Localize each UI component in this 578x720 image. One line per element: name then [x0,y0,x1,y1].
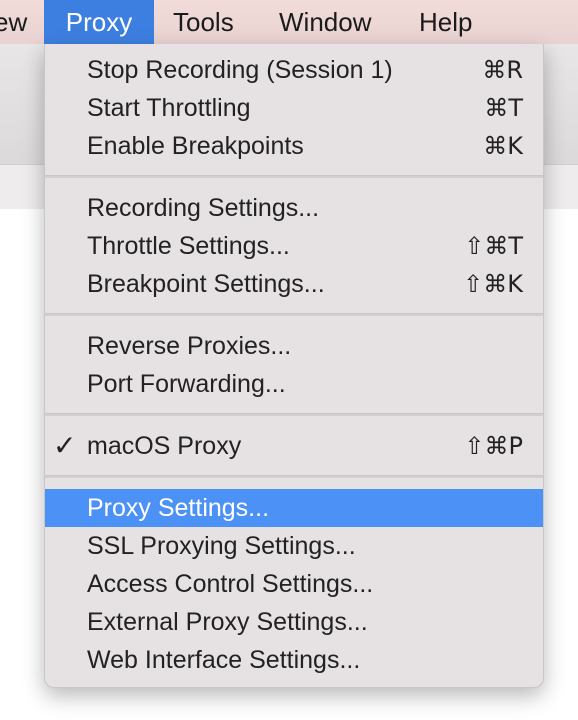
menu-item-shortcut: ⇧⌘P [464,432,523,460]
menu-item-shortcut: ⌘K [483,132,523,160]
menu-item-label: Web Interface Settings... [87,646,361,674]
menu-item-external-proxy-settings[interactable]: External Proxy Settings... [45,603,543,641]
menu-separator [45,313,543,316]
menu-bar-proxy[interactable]: Proxy [44,0,154,44]
menu-item-reverse-proxies[interactable]: Reverse Proxies... [45,327,543,365]
checkmark-icon: ✓ [53,429,77,462]
menu-separator [45,413,543,416]
menu-bar-view-partial[interactable]: ew [0,0,27,44]
menu-bar-help[interactable]: Help [419,0,472,44]
menu-item-label: Access Control Settings... [87,570,374,598]
menu-separator [45,175,543,178]
menu-item-shortcut: ⇧⌘K [463,270,523,298]
menu-item-throttle-settings[interactable]: Throttle Settings... ⇧⌘T [45,227,543,265]
menu-item-shortcut: ⌘T [484,94,523,122]
menu-item-label: macOS Proxy [87,432,242,460]
menu-item-web-interface-settings[interactable]: Web Interface Settings... [45,641,543,679]
menu-item-enable-breakpoints[interactable]: Enable Breakpoints ⌘K [45,127,543,165]
menu-item-label: External Proxy Settings... [87,608,368,636]
menu-item-access-control-settings[interactable]: Access Control Settings... [45,565,543,603]
menu-item-port-forwarding[interactable]: Port Forwarding... [45,365,543,403]
menu-item-label: Port Forwarding... [87,370,286,398]
menu-separator [45,475,543,478]
menu-item-label: Enable Breakpoints [87,132,304,160]
menu-item-label: Proxy Settings... [87,494,270,522]
menu-item-label: SSL Proxying Settings... [87,532,356,560]
menu-item-shortcut: ⇧⌘T [464,232,523,260]
menu-item-label: Recording Settings... [87,194,320,222]
menu-item-stop-recording[interactable]: Stop Recording (Session 1) ⌘R [45,51,543,89]
menu-item-proxy-settings[interactable]: Proxy Settings... [45,489,543,527]
menu-item-label: Start Throttling [87,94,251,122]
menu-item-label: Throttle Settings... [87,232,290,260]
menu-item-macos-proxy[interactable]: ✓ macOS Proxy ⇧⌘P [45,427,543,465]
menu-item-label: Reverse Proxies... [87,332,292,360]
menu-item-shortcut: ⌘R [482,56,523,84]
menu-item-ssl-proxying-settings[interactable]: SSL Proxying Settings... [45,527,543,565]
menu-bar-window[interactable]: Window [279,0,371,44]
menu-bar: ew Proxy Tools Window Help [0,0,578,44]
menu-item-breakpoint-settings[interactable]: Breakpoint Settings... ⇧⌘K [45,265,543,303]
proxy-dropdown-menu: Stop Recording (Session 1) ⌘R Start Thro… [44,44,544,688]
menu-item-label: Breakpoint Settings... [87,270,325,298]
menu-item-label: Stop Recording (Session 1) [87,56,393,84]
menu-item-start-throttling[interactable]: Start Throttling ⌘T [45,89,543,127]
menu-item-recording-settings[interactable]: Recording Settings... [45,189,543,227]
menu-bar-tools[interactable]: Tools [173,0,234,44]
